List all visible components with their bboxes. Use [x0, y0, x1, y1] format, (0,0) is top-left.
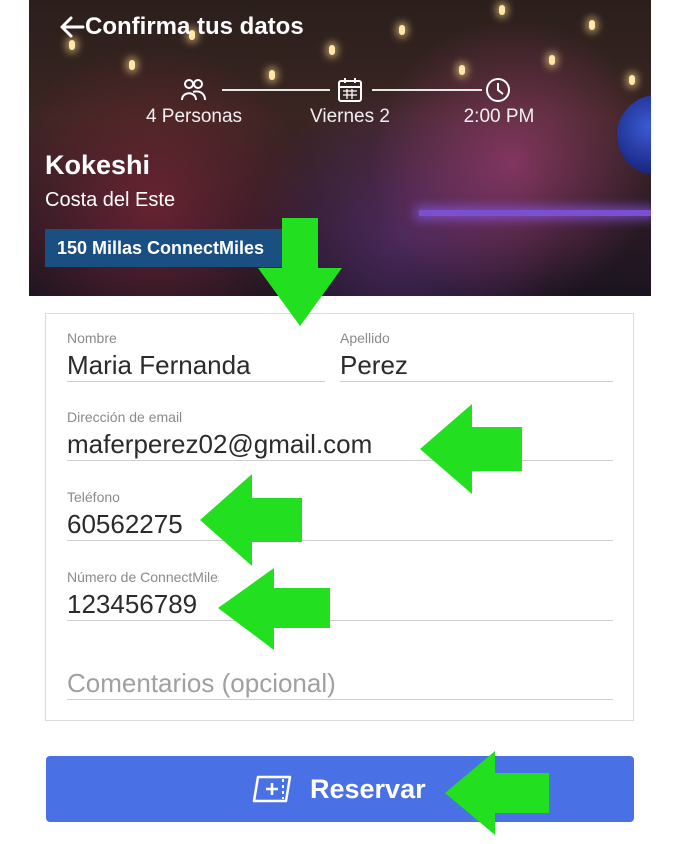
first-name-input[interactable]: Maria Fernanda: [67, 350, 251, 381]
miles-badge: 150 Millas ConnectMiles: [45, 229, 285, 267]
last-name-label: Apellido: [340, 330, 390, 346]
annotation-arrow-left-icon: [218, 568, 330, 650]
connectmiles-field[interactable]: Número de ConnectMiles 123456789: [67, 569, 613, 621]
annotation-arrow-left-icon: [420, 404, 522, 494]
booking-summary: 4 Personas Viernes 2 2:00 PM: [29, 70, 651, 140]
annotation-arrow-down-icon: [258, 218, 342, 326]
comments-underline: [67, 699, 613, 700]
last-name-input[interactable]: Perez: [340, 350, 408, 381]
connectmiles-label: Número de ConnectMiles: [67, 569, 219, 585]
venue-area: Costa del Este: [45, 189, 176, 211]
annotation-arrow-left-icon: [445, 751, 549, 835]
first-name-label: Nombre: [67, 330, 117, 346]
reservation-time: 2:00 PM: [463, 106, 535, 127]
email-input[interactable]: maferperez02@gmail.com: [67, 429, 372, 460]
annotation-arrow-left-icon: [200, 474, 302, 566]
first-name-field[interactable]: Nombre Maria Fernanda: [67, 330, 325, 382]
people-icon: [179, 76, 207, 104]
phone-input[interactable]: 60562275: [67, 509, 183, 540]
clock-icon: [484, 76, 512, 104]
email-label: Dirección de email: [67, 409, 183, 425]
page-title: Confirma tus datos: [85, 13, 304, 40]
comments-input[interactable]: Comentarios (opcional): [67, 668, 336, 699]
calendar-icon: [336, 76, 364, 104]
email-field[interactable]: Dirección de email maferperez02@gmail.co…: [67, 409, 613, 461]
back-arrow-icon[interactable]: [57, 12, 87, 42]
reservation-date: Viernes 2: [310, 106, 390, 127]
phone-label: Teléfono: [67, 489, 120, 505]
phone-field[interactable]: Teléfono 60562275: [67, 489, 613, 541]
ticket-add-icon: [250, 774, 294, 804]
connectmiles-input[interactable]: 123456789: [67, 589, 197, 620]
people-count: 4 Personas: [145, 106, 243, 127]
venue-name: Kokeshi: [45, 150, 151, 180]
reserve-label: Reservar: [310, 774, 426, 804]
last-name-field[interactable]: Apellido Perez: [340, 330, 613, 382]
